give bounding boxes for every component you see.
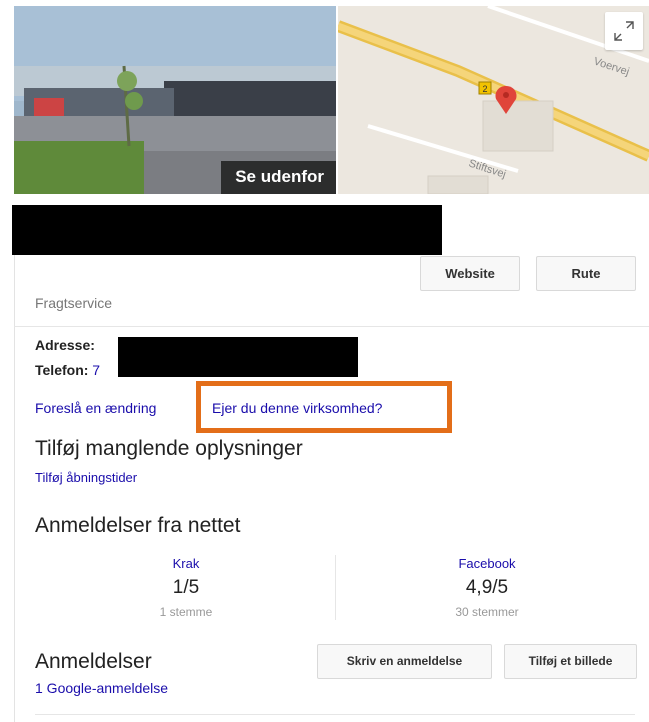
highlight-box bbox=[196, 381, 452, 433]
expand-icon bbox=[614, 21, 634, 41]
business-category: Fragtservice bbox=[35, 295, 113, 311]
missing-info-heading: Tilføj manglende oplysninger bbox=[35, 437, 303, 460]
column-divider bbox=[335, 555, 336, 620]
review-source-name[interactable]: Facebook bbox=[387, 556, 587, 571]
web-reviews-heading: Anmeldelser fra nettet bbox=[35, 514, 241, 537]
add-photo-button[interactable]: Tilføj et billede bbox=[504, 644, 637, 679]
review-votes: 30 stemmer bbox=[455, 605, 519, 619]
map-graphic: 2 Voervej Stiftsvej bbox=[338, 6, 649, 194]
add-hours-link[interactable]: Tilføj åbningstider bbox=[35, 470, 137, 485]
review-score: 4,9/5 bbox=[465, 577, 509, 598]
suggest-edit-link[interactable]: Foreslå en ændring bbox=[35, 400, 156, 416]
reviews-heading: Anmeldelser bbox=[35, 650, 152, 673]
route-number: 2 bbox=[482, 84, 487, 94]
redacted-contact-info bbox=[118, 337, 358, 377]
google-reviews-link[interactable]: 1 Google-anmeldelse bbox=[35, 680, 168, 696]
route-button[interactable]: Rute bbox=[536, 256, 636, 291]
review-source-krak[interactable]: Krak 1/5 1 stemme bbox=[86, 556, 286, 619]
write-review-button[interactable]: Skriv en anmeldelse bbox=[317, 644, 492, 679]
see-outside-button[interactable]: Se udenfor bbox=[221, 161, 336, 194]
review-votes: 1 stemme bbox=[159, 605, 213, 619]
phone-label: Telefon: 7 bbox=[35, 362, 100, 378]
review-score: 1/5 bbox=[172, 577, 200, 598]
review-source-facebook[interactable]: Facebook 4,9/5 30 stemmer bbox=[387, 556, 587, 619]
expand-map-button[interactable] bbox=[605, 12, 643, 50]
redacted-business-name bbox=[12, 205, 442, 255]
phone-label-text: Telefon: bbox=[35, 362, 89, 378]
review-source-name[interactable]: Krak bbox=[86, 556, 286, 571]
map-thumbnail[interactable]: 2 Voervej Stiftsvej bbox=[338, 6, 649, 194]
divider bbox=[14, 326, 649, 327]
bottom-divider bbox=[35, 714, 635, 715]
website-button[interactable]: Website bbox=[420, 256, 520, 291]
street-view-image[interactable]: Se udenfor bbox=[14, 6, 336, 194]
phone-number-link[interactable]: 7 bbox=[92, 362, 100, 378]
address-label: Adresse: bbox=[35, 337, 95, 353]
